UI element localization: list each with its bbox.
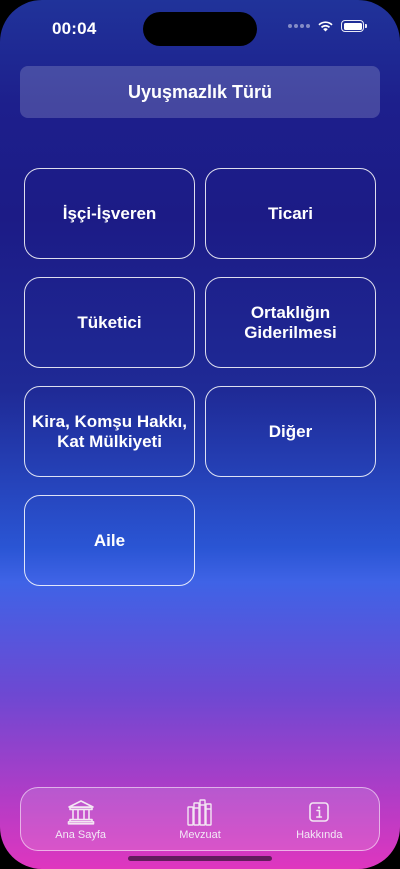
courthouse-icon: [66, 798, 96, 826]
category-label: Tüketici: [77, 312, 142, 332]
tab-label: Hakkında: [296, 828, 343, 841]
tab-label: Ana Sayfa: [55, 828, 107, 841]
battery-icon: [341, 20, 367, 32]
category-button-aile[interactable]: Aile: [24, 495, 195, 586]
category-label: Diğer: [268, 421, 313, 441]
category-button-ticari[interactable]: Ticari: [205, 168, 376, 259]
tab-bar: Ana Sayfa Mevzuat Hakkında: [20, 787, 380, 851]
status-bar: 00:04: [0, 0, 400, 56]
category-label: Kira, Komşu Hakkı, Kat Mülkiyeti: [32, 411, 187, 451]
category-button-ortakligin-giderilmesi[interactable]: Ortaklığın Giderilmesi: [205, 277, 376, 368]
category-label: Aile: [93, 530, 126, 550]
category-label: Ticari: [267, 203, 314, 223]
tab-ana-sayfa[interactable]: Ana Sayfa: [31, 798, 131, 841]
dynamic-island: [143, 12, 257, 46]
category-button-diger[interactable]: Diğer: [205, 386, 376, 477]
page-title: Uyuşmazlık Türü: [127, 81, 273, 102]
category-grid: İşçi-İşveren Ticari Tüketici Ortaklığın …: [24, 168, 376, 586]
tab-label: Mevzuat: [179, 828, 221, 841]
cellular-signal-icon: [288, 24, 310, 28]
books-icon: [185, 798, 215, 826]
category-button-tuketici[interactable]: Tüketici: [24, 277, 195, 368]
category-button-kira-komsu-kat[interactable]: Kira, Komşu Hakkı, Kat Mülkiyeti: [24, 386, 195, 477]
info-icon: [304, 798, 334, 826]
app-screen: 00:04 Uyuşmazlık Türü İşçi-İşveren Ticar…: [0, 0, 400, 869]
category-label: İşçi-İşveren: [62, 203, 157, 223]
header-bar: Uyuşmazlık Türü: [20, 66, 380, 118]
tab-mevzuat[interactable]: Mevzuat: [150, 798, 250, 841]
status-time: 00:04: [52, 19, 97, 38]
wifi-icon: [318, 21, 333, 32]
status-icons: [288, 20, 367, 32]
tab-hakkinda[interactable]: Hakkında: [269, 798, 369, 841]
category-label: Ortaklığın Giderilmesi: [244, 302, 337, 342]
category-button-isci-isveren[interactable]: İşçi-İşveren: [24, 168, 195, 259]
home-indicator[interactable]: [128, 856, 272, 861]
